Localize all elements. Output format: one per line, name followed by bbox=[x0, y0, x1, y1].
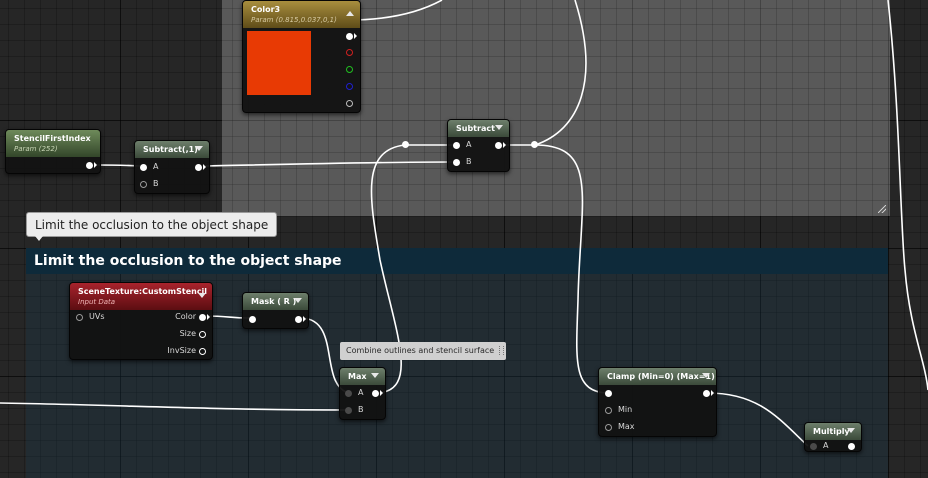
pin-arrow-icon bbox=[94, 162, 97, 168]
output-size-pin[interactable] bbox=[199, 331, 206, 338]
scene-texture-node[interactable]: SceneTexture:CustomStencil Input Data UV… bbox=[69, 282, 213, 360]
pin-label-b: B bbox=[466, 157, 472, 166]
output-a-pin[interactable] bbox=[346, 100, 353, 107]
node-title: Multiply bbox=[813, 427, 850, 436]
material-graph-canvas[interactable]: Limit the occlusion to the object shape … bbox=[0, 0, 928, 478]
node-header[interactable]: Subtract bbox=[448, 120, 509, 137]
node-header[interactable]: Mask ( R ) bbox=[243, 293, 308, 310]
node-title: Clamp (Min=0) (Max=1) bbox=[607, 372, 715, 381]
node-header[interactable]: SceneTexture:CustomStencil Input Data bbox=[70, 283, 212, 310]
node-header[interactable]: Max bbox=[340, 368, 385, 385]
output-r-pin[interactable] bbox=[346, 49, 353, 56]
comment-title[interactable]: Limit the occlusion to the object shape bbox=[26, 248, 888, 274]
output-pin[interactable] bbox=[703, 390, 710, 397]
collapse-icon[interactable] bbox=[847, 428, 855, 433]
pin-arrow-icon bbox=[203, 164, 206, 170]
mask-r-node[interactable]: Mask ( R ) bbox=[242, 292, 309, 329]
grip-icon[interactable] bbox=[499, 346, 504, 355]
multiply-node[interactable]: Multiply A bbox=[804, 422, 862, 452]
pin-label-max: Max bbox=[618, 422, 635, 431]
comment-note[interactable]: Combine outlines and stencil surface bbox=[340, 342, 506, 360]
node-header[interactable]: Clamp (Min=0) (Max=1) bbox=[599, 368, 716, 385]
node-title: Max bbox=[348, 372, 367, 381]
pin-label-a: A bbox=[823, 441, 829, 450]
node-title: Subtract(,1) bbox=[143, 145, 198, 154]
node-header[interactable]: Color3 Param (0.815,0.037,0,1) bbox=[243, 1, 360, 28]
output-color-pin[interactable] bbox=[199, 314, 206, 321]
resize-grip[interactable] bbox=[878, 205, 886, 213]
input-max-pin[interactable] bbox=[605, 424, 612, 431]
stencil-first-index-node[interactable]: StencilFirstIndex Param (252) bbox=[5, 129, 101, 174]
pin-arrow-icon bbox=[711, 390, 714, 396]
input-a-pin[interactable] bbox=[140, 164, 147, 171]
collapse-icon[interactable] bbox=[371, 373, 379, 378]
pin-arrow-icon bbox=[207, 314, 210, 320]
pin-label-min: Min bbox=[618, 405, 633, 414]
output-pin[interactable] bbox=[295, 316, 302, 323]
pin-arrow-icon bbox=[503, 142, 506, 148]
pin-label-color: Color bbox=[175, 312, 196, 321]
node-subtitle: Input Data bbox=[78, 298, 116, 306]
pin-label-uvs: UVs bbox=[89, 312, 105, 321]
pin-label-size: Size bbox=[179, 329, 196, 338]
input-pin[interactable] bbox=[249, 316, 256, 323]
output-b-pin[interactable] bbox=[346, 83, 353, 90]
input-b-pin[interactable] bbox=[453, 159, 460, 166]
output-rgb-pin[interactable] bbox=[346, 33, 353, 40]
comment-note-text: Combine outlines and stencil surface bbox=[346, 346, 495, 355]
input-b-pin[interactable] bbox=[140, 181, 147, 188]
output-pin[interactable] bbox=[372, 390, 379, 397]
pin-label-a: A bbox=[153, 162, 159, 171]
wire-right-edge bbox=[887, 0, 928, 391]
node-header[interactable]: Subtract(,1) bbox=[135, 141, 209, 158]
output-pin[interactable] bbox=[86, 162, 93, 169]
pin-arrow-icon bbox=[303, 316, 306, 322]
collapse-icon[interactable] bbox=[294, 298, 302, 303]
output-pin[interactable] bbox=[195, 164, 202, 171]
output-pin[interactable] bbox=[495, 142, 502, 149]
input-a-pin[interactable] bbox=[345, 390, 352, 397]
collapse-icon[interactable] bbox=[195, 146, 203, 151]
collapse-icon[interactable] bbox=[702, 373, 710, 378]
pin-arrow-icon bbox=[380, 390, 383, 396]
node-subtitle: Param (0.815,0.037,0,1) bbox=[251, 16, 337, 24]
node-title: SceneTexture:CustomStencil bbox=[78, 287, 208, 296]
subtract-node[interactable]: Subtract A B bbox=[447, 119, 510, 172]
node-title: StencilFirstIndex bbox=[14, 134, 91, 143]
input-a-pin[interactable] bbox=[453, 142, 460, 149]
pin-label-b: B bbox=[358, 405, 364, 414]
subtract-one-node[interactable]: Subtract(,1) A B bbox=[134, 140, 210, 194]
input-min-pin[interactable] bbox=[605, 407, 612, 414]
input-uvs-pin[interactable] bbox=[76, 314, 83, 321]
input-b-pin[interactable] bbox=[345, 407, 352, 414]
clamp-node[interactable]: Clamp (Min=0) (Max=1) Min Max bbox=[598, 367, 717, 437]
node-title: Color3 bbox=[251, 5, 281, 14]
pin-label-a: A bbox=[466, 140, 472, 149]
node-header[interactable]: StencilFirstIndex Param (252) bbox=[6, 130, 100, 157]
node-header[interactable]: Multiply bbox=[805, 423, 861, 440]
collapse-icon[interactable] bbox=[495, 125, 503, 130]
max-node[interactable]: Max A B bbox=[339, 367, 386, 420]
output-invsize-pin[interactable] bbox=[199, 348, 206, 355]
reroute-knot[interactable] bbox=[531, 141, 538, 148]
output-g-pin[interactable] bbox=[346, 66, 353, 73]
pin-label-invsize: InvSize bbox=[167, 346, 196, 355]
collapse-icon[interactable] bbox=[198, 293, 206, 298]
pin-arrow-icon bbox=[354, 33, 357, 39]
comment-tooltip: Limit the occlusion to the object shape bbox=[26, 212, 278, 241]
node-subtitle: Param (252) bbox=[14, 145, 58, 153]
node-title: Mask ( R ) bbox=[251, 297, 297, 306]
pin-label-a: A bbox=[358, 388, 364, 397]
input-pin[interactable] bbox=[605, 390, 612, 397]
pin-label-b: B bbox=[153, 179, 159, 188]
collapse-icon[interactable] bbox=[346, 11, 354, 16]
color3-node[interactable]: Color3 Param (0.815,0.037,0,1) bbox=[242, 0, 361, 113]
color-swatch bbox=[247, 31, 311, 95]
reroute-knot[interactable] bbox=[402, 141, 409, 148]
node-title: Subtract bbox=[456, 124, 495, 133]
